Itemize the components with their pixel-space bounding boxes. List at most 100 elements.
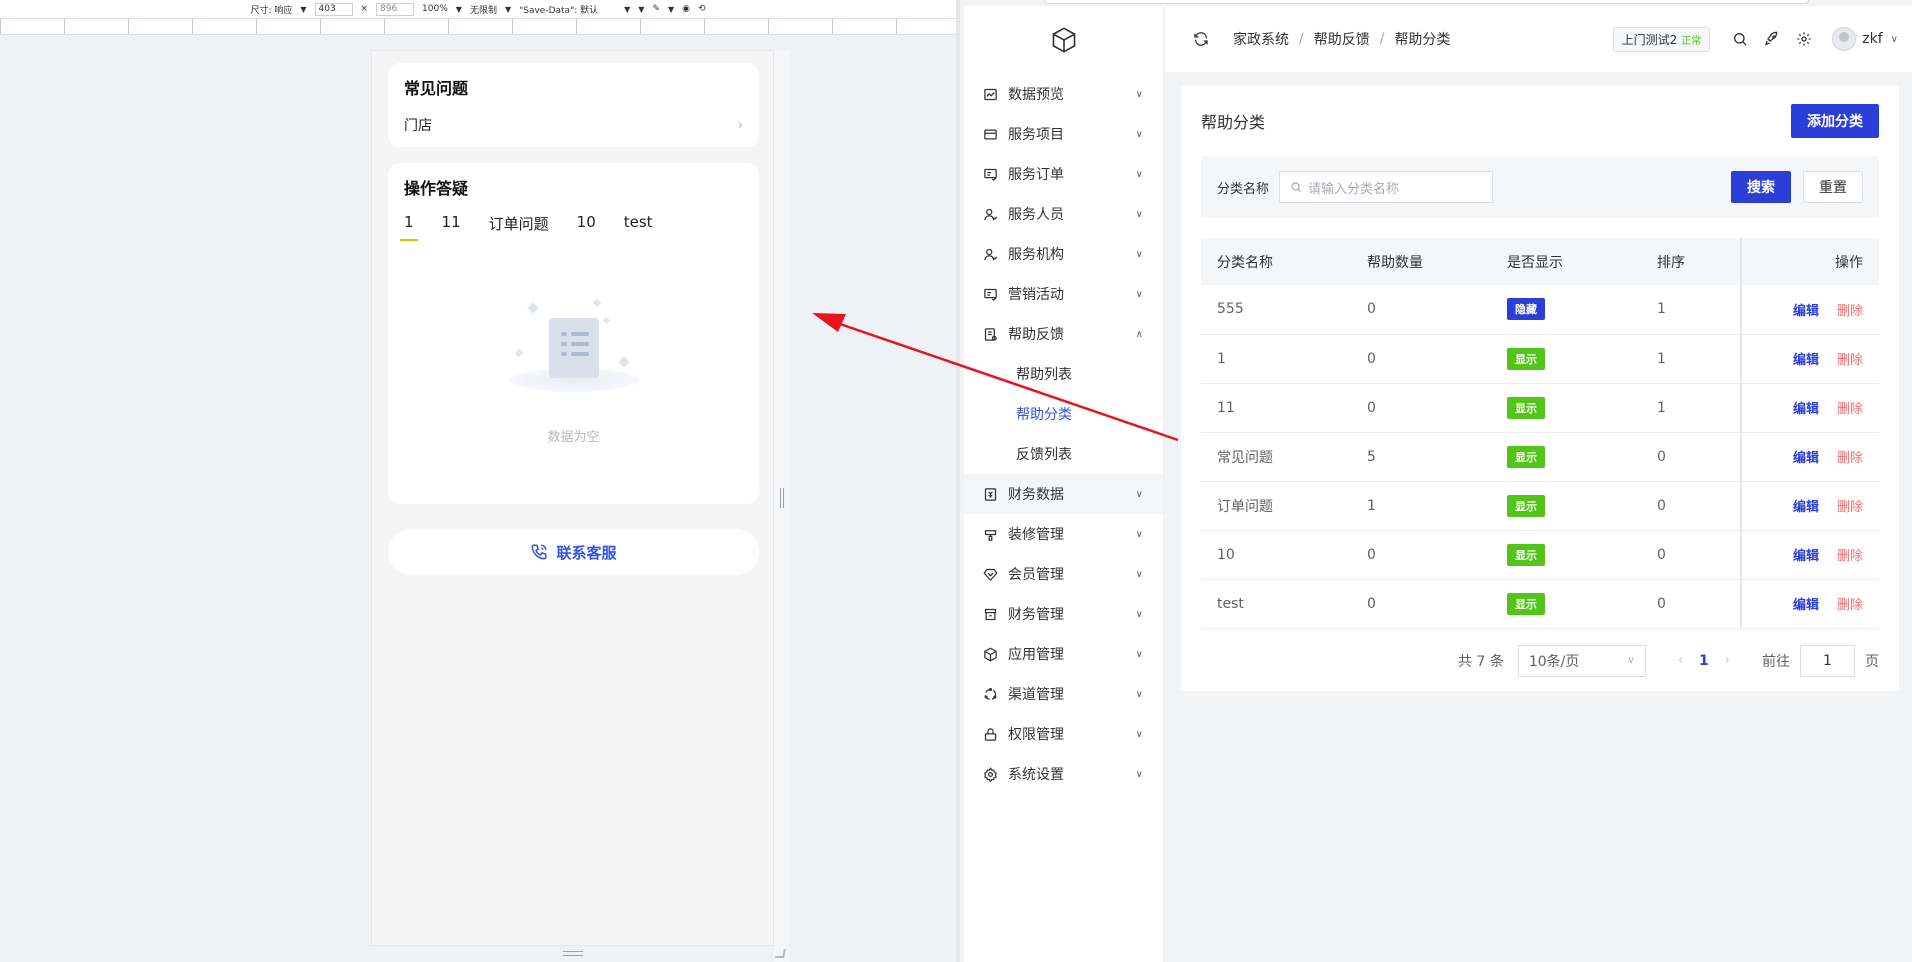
category-name-input[interactable]: 请输入分类名称 xyxy=(1279,171,1494,203)
sidebar-item[interactable]: 数据预览 ∨ xyxy=(964,74,1163,114)
delete-link[interactable]: 删除 xyxy=(1837,304,1863,319)
breadcrumb-item-current: 帮助分类 xyxy=(1394,32,1451,48)
delete-link[interactable]: 删除 xyxy=(1837,451,1863,466)
rotate-icon[interactable]: ⟲ xyxy=(698,4,706,14)
sidebar-item[interactable]: 营销活动 ∨ xyxy=(964,274,1163,314)
rocket-icon[interactable] xyxy=(1762,29,1782,49)
breadcrumb-item[interactable]: 帮助反馈 xyxy=(1314,29,1370,49)
sidebar-subitem[interactable]: 帮助分类 xyxy=(964,394,1163,434)
sidebar-subitem[interactable]: 反馈列表 xyxy=(964,434,1163,474)
column-header: 是否显示 xyxy=(1491,238,1641,285)
device-size-label[interactable]: 尺寸: 响应 xyxy=(250,3,292,16)
admin-app: 数据预览 ∨ 服务项目 ∨ 服务订单 ∨ 服务人员 ∨ 服务机构 ∨ 营销活动 ∨ 帮助反馈 ∧ 帮助列表帮… xyxy=(956,0,1912,962)
sidebar-item[interactable]: 权限管理 ∨ xyxy=(964,714,1163,754)
edit-link[interactable]: 编辑 xyxy=(1793,304,1819,319)
ruler xyxy=(0,19,956,35)
sidebar-item[interactable]: 服务项目 ∨ xyxy=(964,114,1163,154)
page-size-select[interactable]: 10条/页 ∨ xyxy=(1517,644,1646,677)
edit-link[interactable]: 编辑 xyxy=(1793,353,1819,368)
breadcrumb-separator: / xyxy=(1299,31,1304,47)
delete-link[interactable]: 删除 xyxy=(1837,500,1863,515)
resize-handle-corner[interactable] xyxy=(775,949,786,958)
chevron-down-icon: ∨ xyxy=(1135,728,1143,740)
sidebar-item[interactable]: 帮助反馈 ∧ xyxy=(964,314,1163,354)
search-icon[interactable] xyxy=(1730,29,1750,49)
sidebar-item[interactable]: 服务机构 ∨ xyxy=(964,234,1163,274)
cell-sort: 1 xyxy=(1641,334,1741,384)
shop-tag[interactable]: 上门测试2 正常 xyxy=(1612,26,1711,52)
column-header: 操作 xyxy=(1740,238,1879,285)
sidebar-item[interactable]: 财务管理 ∨ xyxy=(964,594,1163,634)
chevron-down-icon: ∨ xyxy=(1135,168,1143,180)
edit-link[interactable]: 编辑 xyxy=(1793,500,1819,515)
faq-item[interactable]: 门店 › xyxy=(404,115,743,135)
device-width-input[interactable]: 403 xyxy=(314,2,353,16)
cell-sort: 1 xyxy=(1641,383,1741,433)
goto-page-input[interactable]: 1 xyxy=(1800,644,1855,677)
sidebar-item[interactable]: 应用管理 ∨ xyxy=(964,634,1163,674)
faq-title: 常见问题 xyxy=(404,79,469,98)
chevron-down-icon: ∨ xyxy=(1135,128,1143,140)
sidebar-item[interactable]: 财务数据 ∨ xyxy=(964,474,1163,514)
sidebar-item-label: 财务数据 xyxy=(1008,487,1064,503)
sidebar-item[interactable]: 装修管理 ∨ xyxy=(964,514,1163,554)
refresh-icon[interactable] xyxy=(1191,29,1211,49)
sidebar-subitem[interactable]: 帮助列表 xyxy=(964,354,1163,394)
delete-link[interactable]: 删除 xyxy=(1837,353,1863,368)
breadcrumb-item[interactable]: 家政系统 xyxy=(1233,29,1289,49)
edit-link[interactable]: 编辑 xyxy=(1793,402,1819,417)
zoom-select[interactable]: 100% xyxy=(422,4,448,14)
diamond-icon xyxy=(982,566,998,582)
eye-icon[interactable]: ◉ xyxy=(682,4,690,14)
cell-visible: 显示 xyxy=(1491,579,1641,629)
resize-handle-bottom[interactable] xyxy=(563,951,583,956)
tab-1[interactable]: 1 xyxy=(400,213,417,241)
caret-down-icon[interactable]: ▼ xyxy=(456,5,462,14)
search-button[interactable]: 搜索 xyxy=(1731,171,1791,203)
filter-label: 分类名称 xyxy=(1217,181,1270,197)
throttle-select[interactable]: 无限制 xyxy=(470,3,497,16)
sidebar-item[interactable]: 服务订单 ∨ xyxy=(964,154,1163,194)
sidebar-subitem-label: 反馈列表 xyxy=(1016,447,1072,463)
logo[interactable] xyxy=(964,6,1163,74)
delete-link[interactable]: 删除 xyxy=(1837,598,1863,613)
save-data-select[interactable]: "Save-Data": 默认 xyxy=(519,3,598,16)
tab-11[interactable]: 11 xyxy=(442,213,461,241)
caret-down-icon[interactable]: ▼ xyxy=(505,5,511,14)
faq-item-label: 门店 xyxy=(404,118,432,134)
resize-handle-right[interactable] xyxy=(780,488,784,508)
delete-link[interactable]: 删除 xyxy=(1837,402,1863,417)
sidebar-item[interactable]: 系统设置 ∨ xyxy=(964,754,1163,794)
caret-down-icon[interactable]: ▼ xyxy=(624,5,630,14)
avatar[interactable] xyxy=(1832,27,1857,51)
table-row: 常见问题 5 显示 0 编辑 删除 xyxy=(1201,432,1879,482)
caret-down-icon[interactable]: ▼ xyxy=(300,5,306,14)
edit-link[interactable]: 编辑 xyxy=(1793,549,1819,564)
edit-link[interactable]: 编辑 xyxy=(1793,451,1819,466)
chevron-down-icon[interactable]: ∨ xyxy=(1891,34,1898,45)
sidebar-item[interactable]: 服务人员 ∨ xyxy=(964,194,1163,234)
tab-10[interactable]: 10 xyxy=(577,213,596,241)
reset-button[interactable]: 重置 xyxy=(1803,171,1863,203)
prev-page-icon[interactable]: ‹ xyxy=(1678,653,1683,668)
gear-icon[interactable] xyxy=(1794,29,1814,49)
sidebar-item[interactable]: 渠道管理 ∨ xyxy=(964,674,1163,714)
tab-order-issues[interactable]: 订单问题 xyxy=(489,213,549,241)
tab-test[interactable]: test xyxy=(624,213,653,241)
shop-status: 正常 xyxy=(1681,35,1702,47)
device-height-input[interactable]: 896 xyxy=(376,2,415,16)
caret-down-icon[interactable]: ▼ xyxy=(638,5,644,14)
username[interactable]: zkf xyxy=(1862,31,1882,47)
delete-link[interactable]: 删除 xyxy=(1837,549,1863,564)
cell-name: 订单问题 xyxy=(1201,481,1351,531)
caret-down-icon[interactable]: ▼ xyxy=(668,5,674,14)
contact-service-button[interactable]: 联系客服 xyxy=(388,529,759,575)
add-category-button[interactable]: 添加分类 xyxy=(1791,104,1879,138)
next-page-icon[interactable]: › xyxy=(1725,653,1730,668)
devtools-emulation-area: 尺寸: 响应 ▼ 403 × 896 100% ▼ 无限制 ▼ "Save-Data"… xyxy=(0,0,956,962)
eyedropper-icon[interactable]: ✎ xyxy=(652,4,660,14)
sidebar-item[interactable]: 会员管理 ∨ xyxy=(964,554,1163,594)
page-number[interactable]: 1 xyxy=(1699,653,1709,669)
edit-link[interactable]: 编辑 xyxy=(1793,598,1819,613)
status-badge: 显示 xyxy=(1507,445,1545,468)
